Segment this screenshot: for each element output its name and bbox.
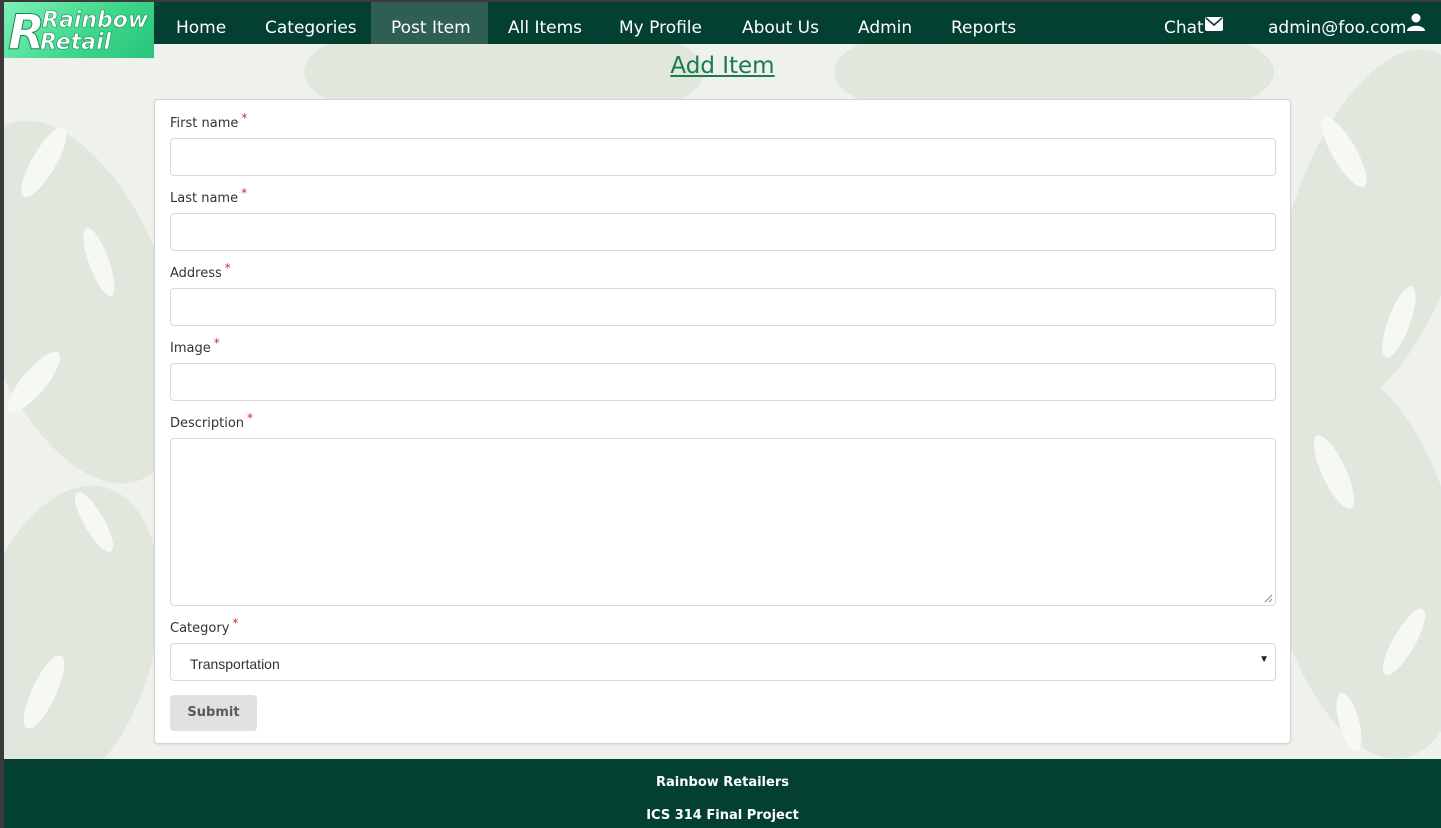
envelope-icon	[1204, 2, 1223, 52]
footer: Rainbow Retailers ICS 314 Final Project	[4, 759, 1441, 828]
required-marker: *	[232, 616, 239, 630]
last-name-input[interactable]	[170, 213, 1276, 251]
required-marker: *	[241, 111, 248, 125]
nav-chat-label: Chat	[1164, 18, 1204, 38]
required-marker: *	[241, 186, 248, 200]
resize-grip-icon[interactable]	[1264, 594, 1273, 603]
brand-line2: Retail	[40, 30, 112, 55]
submit-button[interactable]: Submit	[170, 695, 257, 731]
image-input[interactable]	[170, 363, 1276, 401]
nav-about-us[interactable]: About Us	[722, 2, 839, 44]
nav-chat[interactable]: Chat	[1144, 2, 1243, 44]
footer-title: Rainbow Retailers	[656, 775, 789, 790]
category-label-text: Category	[170, 621, 230, 636]
add-item-form: First name * Last name * Address * Image * D…	[154, 99, 1291, 744]
caret-down-icon: ▼	[1259, 654, 1269, 665]
nav-home[interactable]: Home	[156, 2, 246, 44]
address-input[interactable]	[170, 288, 1276, 326]
description-label: Description *	[170, 411, 253, 431]
first-name-label-text: First name	[170, 116, 239, 131]
required-marker: *	[213, 336, 220, 350]
description-label-text: Description	[170, 416, 245, 431]
required-marker: *	[224, 261, 231, 275]
address-label: Address *	[170, 261, 231, 281]
app-frame: Home Categories Post Item All Items My P…	[4, 2, 1441, 828]
nav-all-items[interactable]: All Items	[488, 2, 602, 44]
address-label-text: Address	[170, 266, 222, 281]
nav-my-profile[interactable]: My Profile	[599, 2, 722, 44]
first-name-input[interactable]	[170, 138, 1276, 176]
image-label: Image *	[170, 336, 220, 356]
brand-logo[interactable]: R Rainbow Retail	[4, 2, 154, 58]
footer-subtitle: ICS 314 Final Project	[646, 808, 799, 823]
category-label: Category *	[170, 616, 238, 636]
required-marker: *	[247, 411, 254, 425]
nav-admin[interactable]: Admin	[838, 2, 932, 44]
category-selected-value: Transportation	[190, 656, 280, 672]
nav-user-menu[interactable]: admin@foo.com	[1248, 2, 1441, 44]
user-icon	[1407, 2, 1426, 52]
nav-user-label: admin@foo.com	[1268, 18, 1407, 38]
nav-post-item[interactable]: Post Item	[371, 2, 488, 44]
nav-reports[interactable]: Reports	[931, 2, 1036, 44]
last-name-label-text: Last name	[170, 191, 239, 206]
category-select[interactable]: Transportation ▼	[170, 643, 1276, 681]
description-textarea[interactable]	[170, 438, 1276, 606]
top-navbar: Home Categories Post Item All Items My P…	[4, 2, 1441, 44]
nav-categories[interactable]: Categories	[245, 2, 377, 44]
first-name-label: First name *	[170, 111, 247, 131]
image-label-text: Image	[170, 341, 211, 356]
page-title[interactable]: Add Item	[4, 53, 1441, 79]
last-name-label: Last name *	[170, 186, 247, 206]
